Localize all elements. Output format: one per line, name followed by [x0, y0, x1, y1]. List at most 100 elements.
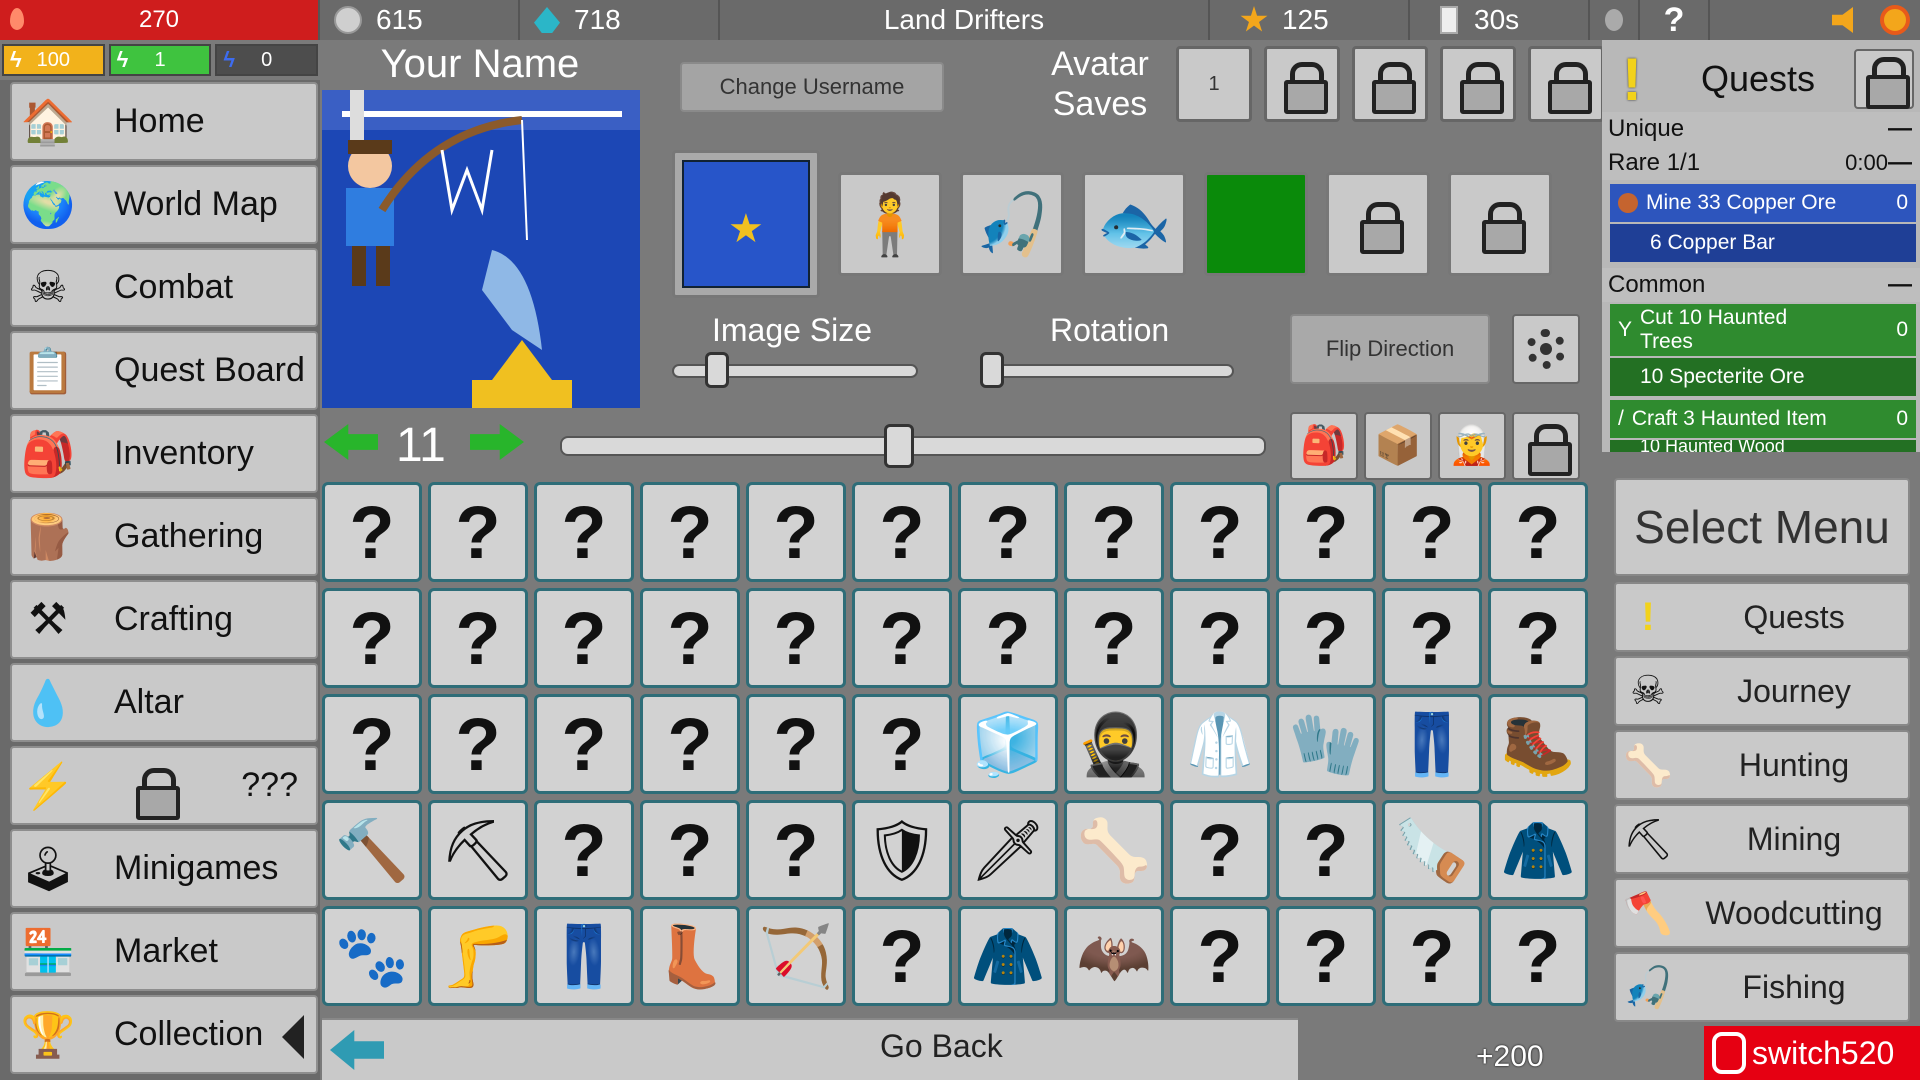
- item-slot-unknown[interactable]: ?: [640, 694, 740, 794]
- quest-section-common[interactable]: Common —: [1602, 268, 1920, 302]
- go-back-bar[interactable]: [322, 1018, 1298, 1080]
- item-slot-unknown[interactable]: ?: [1382, 482, 1482, 582]
- item-slot-unknown[interactable]: ?: [428, 482, 528, 582]
- save-slot-locked[interactable]: [1352, 46, 1428, 122]
- item-slot-unknown[interactable]: ?: [534, 800, 634, 900]
- item-slot-unknown[interactable]: ?: [534, 694, 634, 794]
- item-slot-unknown[interactable]: ?: [852, 694, 952, 794]
- item-slot-claw[interactable]: 🦴: [1064, 800, 1164, 900]
- layer-character[interactable]: 🧍: [838, 172, 942, 276]
- layer-fishing-rod[interactable]: 🎣: [960, 172, 1064, 276]
- item-slot-unknown[interactable]: ?: [1170, 588, 1270, 688]
- item-slot-shield[interactable]: 🛡: [852, 800, 952, 900]
- nav-inventory[interactable]: 🎒 Inventory: [10, 414, 318, 493]
- save-slot-locked[interactable]: [1264, 46, 1340, 122]
- prev-page-button[interactable]: [324, 424, 382, 464]
- nav-gathering[interactable]: 🪵 Gathering: [10, 497, 318, 576]
- item-slot-unknown[interactable]: ?: [1488, 906, 1588, 1006]
- item-slot-gloves[interactable]: 🧤: [1276, 694, 1376, 794]
- item-slot-pants[interactable]: 👖: [1382, 694, 1482, 794]
- quest-section-rare[interactable]: Rare 1/1 0:00 —: [1602, 146, 1920, 180]
- item-slot-unknown[interactable]: ?: [1276, 588, 1376, 688]
- item-slot-unknown[interactable]: ?: [1170, 482, 1270, 582]
- bug-report-button[interactable]: [1590, 0, 1640, 40]
- item-slot-green-hood[interactable]: 🧥: [1488, 800, 1588, 900]
- item-slot-unknown[interactable]: ?: [640, 482, 740, 582]
- item-slot-unknown[interactable]: ?: [1382, 588, 1482, 688]
- item-slot-unknown[interactable]: ?: [852, 588, 952, 688]
- save-slot-1[interactable]: 1: [1176, 46, 1252, 122]
- item-slot-unknown[interactable]: ?: [640, 588, 740, 688]
- power-icon[interactable]: [1880, 5, 1910, 35]
- nav-market[interactable]: 🏪 Market: [10, 912, 318, 991]
- quest-row[interactable]: Y Cut 10 Haunted Trees 0: [1610, 304, 1916, 356]
- item-slot-unknown[interactable]: ?: [1170, 906, 1270, 1006]
- next-page-button[interactable]: [470, 424, 528, 464]
- speaker-icon[interactable]: [1832, 7, 1853, 33]
- item-slot-ice-bar[interactable]: 🧊: [958, 694, 1058, 794]
- item-slot-unknown[interactable]: ?: [1488, 588, 1588, 688]
- item-slot-unknown[interactable]: ?: [1382, 906, 1482, 1006]
- item-slot-unknown[interactable]: ?: [746, 694, 846, 794]
- item-slot-black-cape[interactable]: 🦇: [1064, 906, 1164, 1006]
- item-slot-quiver[interactable]: 🏹: [746, 906, 846, 1006]
- item-slot-unknown[interactable]: ?: [322, 694, 422, 794]
- quest-row[interactable]: / Craft 3 Haunted Item 0: [1610, 400, 1916, 438]
- item-slot-unknown[interactable]: ?: [958, 482, 1058, 582]
- rotation-knob[interactable]: [980, 352, 1004, 388]
- item-slot-green-boots[interactable]: 👢: [640, 906, 740, 1006]
- menu-journey[interactable]: ☠ Journey: [1614, 656, 1910, 726]
- item-slot-unknown[interactable]: ?: [1170, 800, 1270, 900]
- collapse-arrow-icon[interactable]: [282, 1015, 304, 1059]
- quest-lock-button[interactable]: [1854, 49, 1914, 109]
- item-slot-hood[interactable]: 🥷: [1064, 694, 1164, 794]
- settings-button[interactable]: [1512, 314, 1580, 384]
- go-back-label[interactable]: Go Back: [880, 1028, 1003, 1065]
- layer-locked[interactable]: [1326, 172, 1430, 276]
- image-size-knob[interactable]: [705, 352, 730, 388]
- item-slot-unknown[interactable]: ?: [428, 588, 528, 688]
- category-locked[interactable]: [1512, 412, 1580, 480]
- menu-quests[interactable]: ! Quests: [1614, 582, 1910, 652]
- item-slot-unknown[interactable]: ?: [640, 800, 740, 900]
- item-slot-unknown[interactable]: ?: [852, 482, 952, 582]
- page-slider-knob[interactable]: [884, 424, 915, 468]
- layer-color[interactable]: [1204, 172, 1308, 276]
- menu-hunting[interactable]: 🦴 Hunting: [1614, 730, 1910, 800]
- item-slot-robe[interactable]: 🥼: [1170, 694, 1270, 794]
- category-character[interactable]: 🧝: [1438, 412, 1506, 480]
- rotation-slider[interactable]: [980, 364, 1234, 378]
- save-slot-locked[interactable]: [1528, 46, 1604, 122]
- item-slot-saw[interactable]: 🪚: [1382, 800, 1482, 900]
- quest-section-unique[interactable]: Unique —: [1602, 112, 1920, 146]
- layer-fish[interactable]: 🐟: [1082, 172, 1186, 276]
- nav-collection[interactable]: 🏆 Collection: [10, 995, 318, 1074]
- item-slot-pickaxe[interactable]: ⛏: [428, 800, 528, 900]
- help-button[interactable]: ?: [1640, 0, 1710, 40]
- layer-locked[interactable]: [1448, 172, 1552, 276]
- item-slot-hammer[interactable]: 🔨: [322, 800, 422, 900]
- item-slot-unknown[interactable]: ?: [1064, 482, 1164, 582]
- item-slot-unknown[interactable]: ?: [1276, 906, 1376, 1006]
- item-slot-unknown[interactable]: ?: [958, 588, 1058, 688]
- item-slot-unknown[interactable]: ?: [1488, 482, 1588, 582]
- flip-direction-button[interactable]: Flip Direction: [1290, 314, 1490, 384]
- menu-fishing[interactable]: 🎣 Fishing: [1614, 952, 1910, 1022]
- item-slot-unknown[interactable]: ?: [534, 482, 634, 582]
- nav-quest-board[interactable]: 📋 Quest Board: [10, 331, 318, 410]
- item-slot-unknown[interactable]: ?: [1064, 588, 1164, 688]
- nav-locked[interactable]: ⚡ ???: [10, 746, 318, 825]
- item-slot-unknown[interactable]: ?: [746, 482, 846, 582]
- item-slot-unknown[interactable]: ?: [322, 482, 422, 582]
- nav-world-map[interactable]: 🌍 World Map: [10, 165, 318, 244]
- menu-mining[interactable]: ⛏ Mining: [1614, 804, 1910, 874]
- item-slot-boots[interactable]: 🥾: [1488, 694, 1588, 794]
- nav-minigames[interactable]: 🕹 Minigames: [10, 829, 318, 908]
- item-slot-unknown[interactable]: ?: [852, 906, 952, 1006]
- item-slot-unknown[interactable]: ?: [534, 588, 634, 688]
- item-slot-unknown[interactable]: ?: [1276, 800, 1376, 900]
- menu-woodcutting[interactable]: 🪓 Woodcutting: [1614, 878, 1910, 948]
- category-crates[interactable]: 📦: [1364, 412, 1432, 480]
- layer-background[interactable]: ★: [672, 150, 820, 298]
- nav-altar[interactable]: 💧 Altar: [10, 663, 318, 742]
